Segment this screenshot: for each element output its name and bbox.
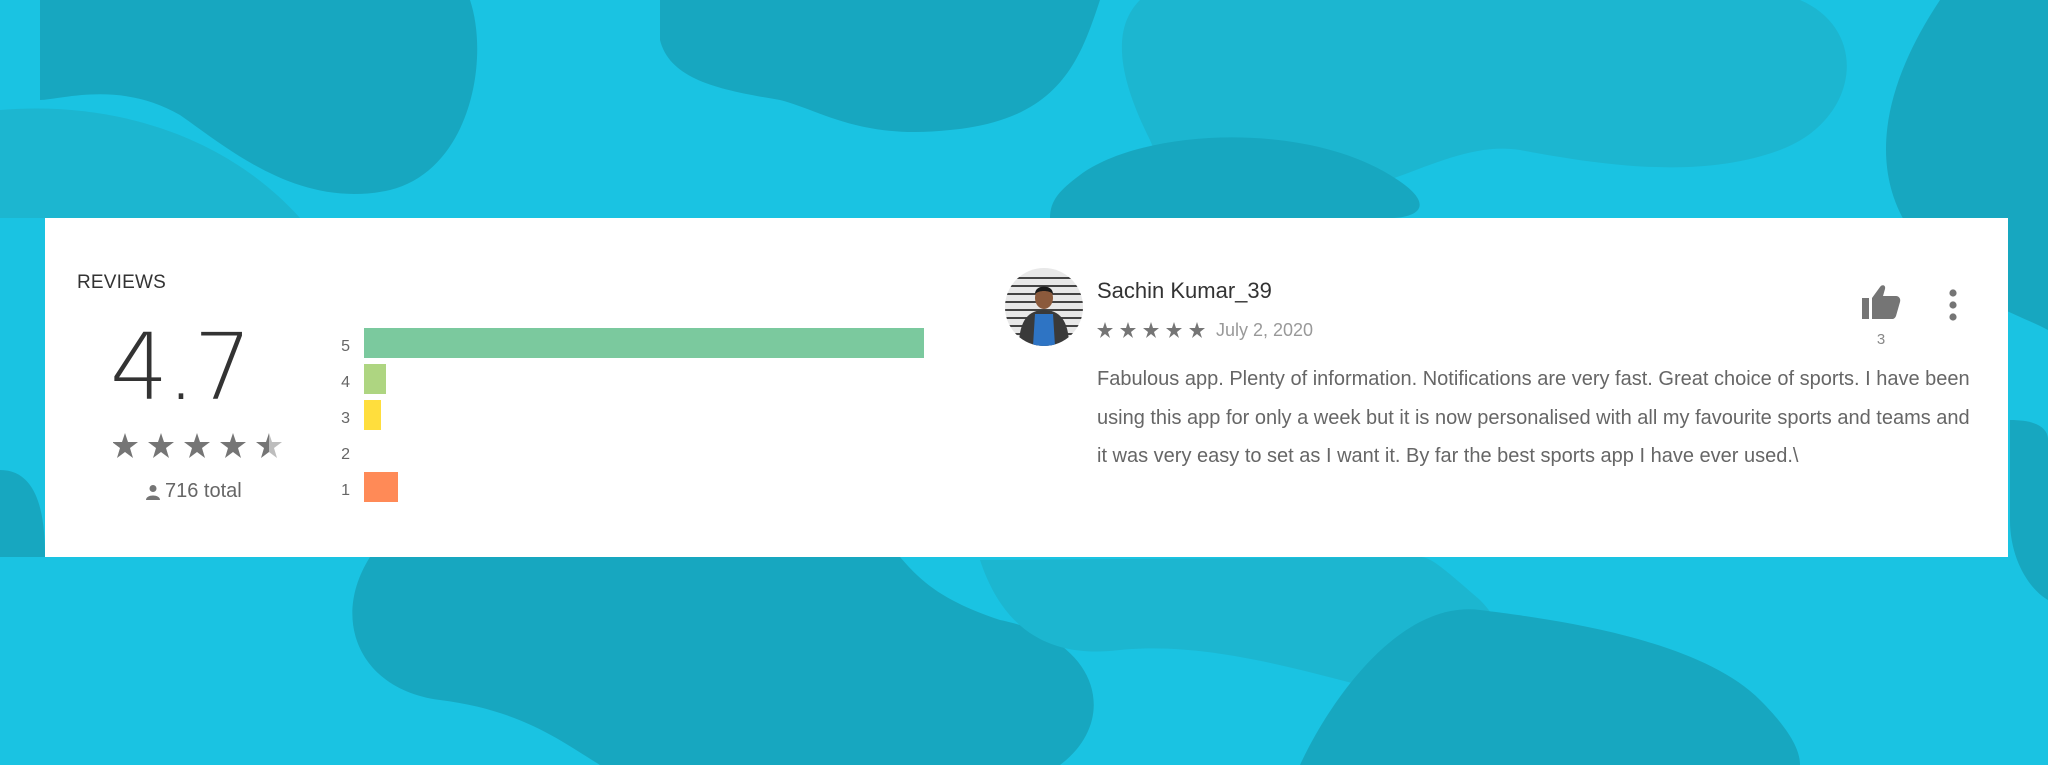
section-title: REVIEWS (77, 272, 167, 293)
rating-row-1: 1 (330, 472, 930, 508)
blob (2010, 420, 2048, 600)
star-icon (1097, 322, 1113, 338)
review-stars (1097, 322, 1205, 338)
star-icon (1166, 322, 1182, 338)
total-ratings: 716 total (145, 480, 242, 503)
star-icon (184, 433, 210, 458)
rating-label: 2 (341, 446, 350, 463)
star-icon (113, 433, 138, 458)
rating-row-5: 5 (330, 328, 930, 364)
like-count: 3 (1876, 331, 1886, 348)
rating-row-2: 2 (330, 436, 930, 472)
rating-label: 5 (341, 338, 350, 355)
reviews-card: REVIEWS 4.7 716 total 5 4 3 2 1 Sachin Kumar… (45, 218, 2008, 557)
person-icon (146, 484, 160, 500)
rating-label: 1 (341, 482, 350, 499)
average-score: 4.7 (109, 314, 252, 421)
blob (660, 0, 1100, 133)
rating-bar (364, 364, 386, 394)
star-icon (1120, 322, 1136, 338)
review-text: Fabulous app. Plenty of information. Not… (1097, 368, 1970, 467)
avatar[interactable] (1005, 268, 1083, 346)
like-button[interactable]: 3 (1857, 284, 1905, 348)
rating-row-4: 4 (330, 364, 930, 400)
thumbs-up-icon[interactable] (1861, 284, 1901, 320)
summary-stars (113, 433, 282, 458)
rating-bar (364, 328, 924, 358)
blob (352, 557, 1094, 765)
rating-label: 3 (341, 410, 350, 427)
star-icon (220, 433, 246, 458)
rating-bar (364, 400, 381, 430)
total-label: 716 total (165, 480, 242, 502)
rating-label: 4 (341, 374, 350, 391)
rating-row-3: 3 (330, 400, 930, 436)
blob (0, 470, 45, 557)
star-icon (1143, 322, 1159, 338)
review-date: July 2, 2020 (1216, 320, 1314, 340)
rating-distribution: 5 4 3 2 1 (330, 328, 930, 508)
star-icon (1189, 322, 1205, 338)
reviewer-name[interactable]: Sachin Kumar_39 (1097, 278, 1272, 304)
half-star-icon (256, 433, 282, 458)
star-icon (148, 433, 174, 458)
rating-bar (364, 472, 398, 502)
more-vertical-icon[interactable] (1943, 288, 1963, 322)
